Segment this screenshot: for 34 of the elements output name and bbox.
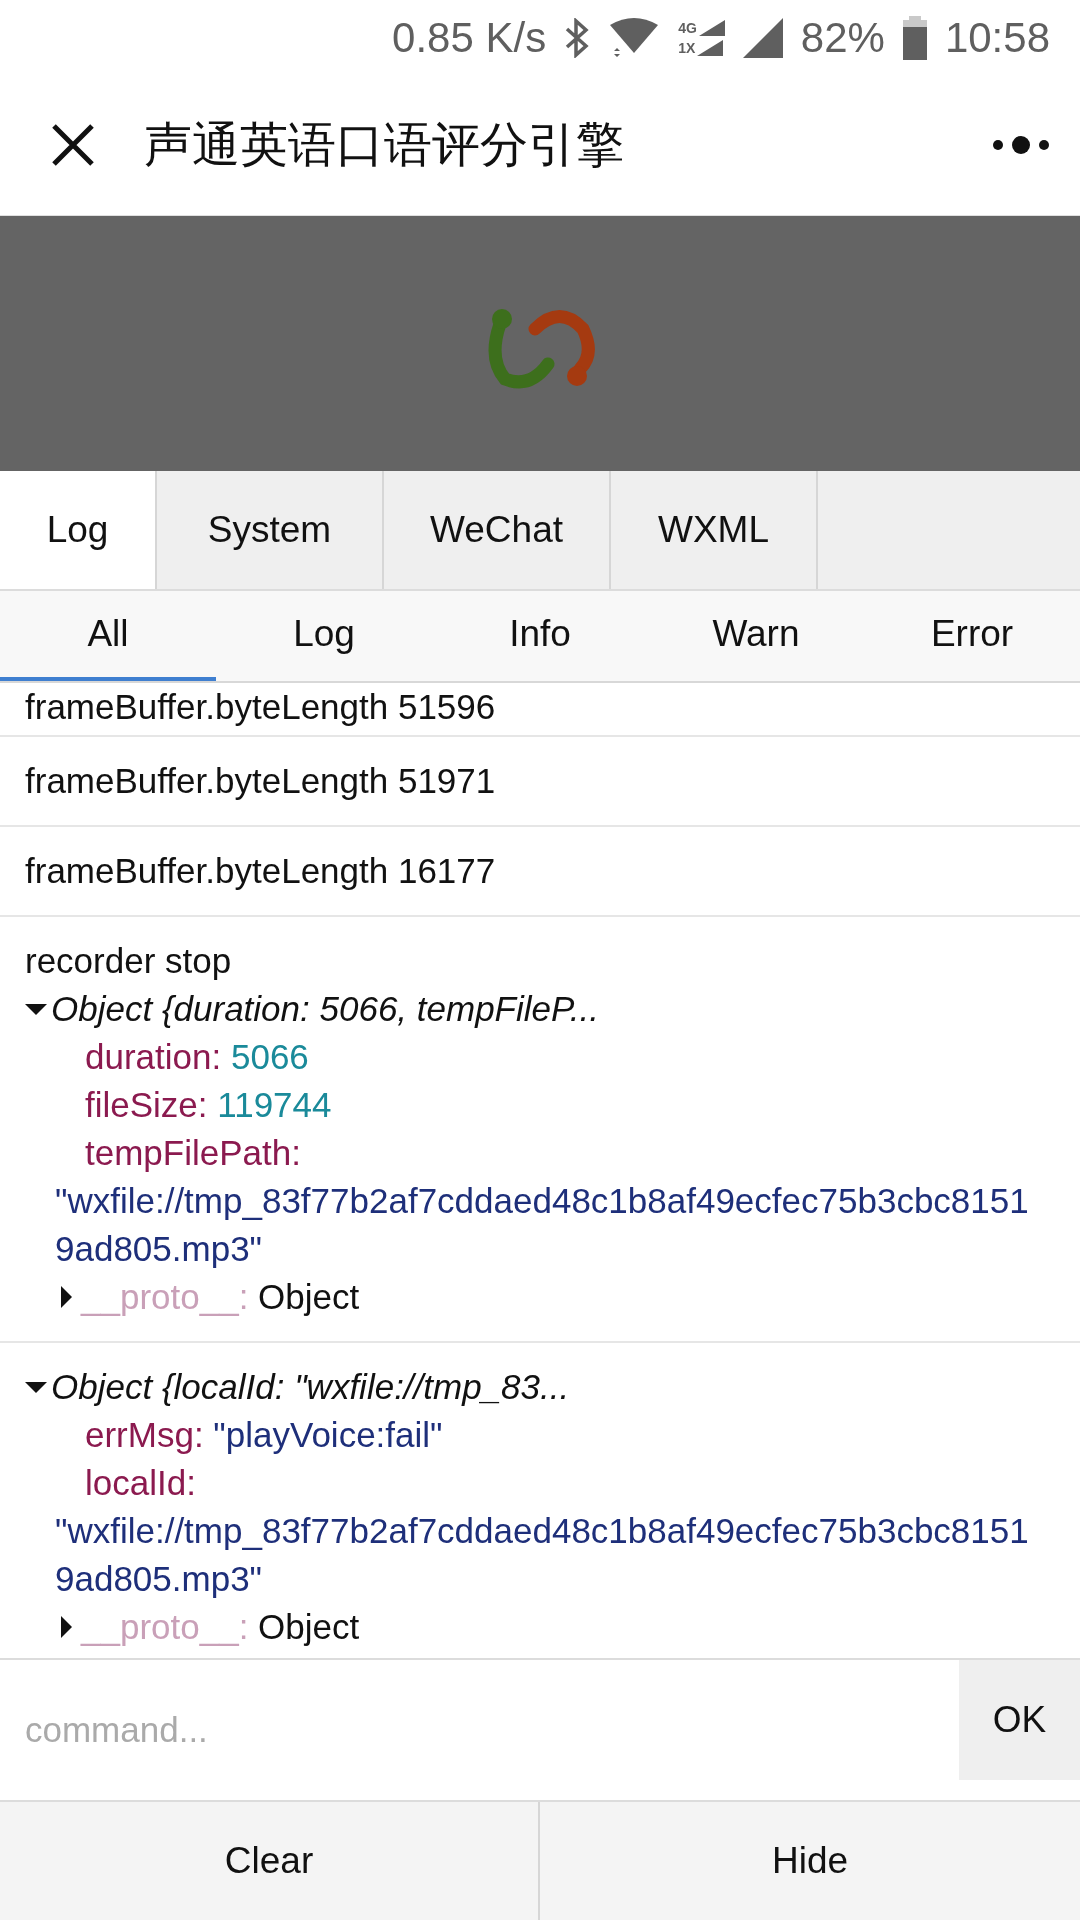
bluetooth-icon	[564, 17, 591, 58]
object-summary: Object {duration: 5066, tempFileP...	[51, 988, 600, 1030]
filter-tab[interactable]: Log	[216, 591, 432, 681]
object-property: __proto__: Object	[81, 1606, 360, 1648]
object-property: tempFilePath: "wxfile://tmp_83f77b2af7cddaed48c1b8af49ecfec75b3cbc81519ad805.mp3"	[54, 1132, 1030, 1270]
network-speed: 0.85 K/s	[392, 13, 547, 62]
object-property: errMsg: "playVoice:fail"	[84, 1414, 444, 1456]
log-message: frameBuffer.byteLength 16177	[25, 850, 497, 892]
close-icon[interactable]	[50, 122, 96, 168]
signal-icon	[698, 19, 725, 36]
clock: 10:58	[944, 13, 1050, 62]
tab[interactable]: Log	[0, 471, 157, 589]
object-property: localId: "wxfile://tmp_83f77b2af7cddaed48c1b8af49ecfec75b3cbc81519ad805.mp3"	[54, 1462, 1030, 1600]
log-message: frameBuffer.byteLength 51971	[25, 760, 497, 802]
object-summary: Object {localId: "wxfile://tmp_83...	[51, 1366, 570, 1408]
filter-tab[interactable]: All	[0, 591, 216, 681]
wifi-icon	[608, 16, 661, 59]
battery-percent: 82%	[800, 13, 885, 62]
signal-icon	[742, 17, 783, 58]
log-message: frameBuffer.byteLength 51596	[25, 686, 497, 728]
more-icon[interactable]	[992, 134, 1050, 156]
signal-icon	[697, 39, 724, 56]
filter-tab[interactable]: Info	[432, 591, 648, 681]
page-title: 声通英语口语评分引擎	[144, 117, 625, 173]
battery-icon	[902, 15, 927, 60]
object-property: duration: 5066	[84, 1036, 310, 1078]
network-type-label: 4G	[678, 19, 697, 36]
object-property: fileSize: 119744	[84, 1084, 333, 1126]
filter-tab[interactable]: Warn	[648, 591, 864, 681]
network-type-label: 1X	[678, 39, 696, 56]
log-message: recorder stop	[25, 940, 233, 982]
object-property: __proto__: Object	[81, 1276, 360, 1318]
filter-tab[interactable]: Error	[864, 591, 1080, 681]
ok-button[interactable]: OK	[959, 1660, 1080, 1780]
